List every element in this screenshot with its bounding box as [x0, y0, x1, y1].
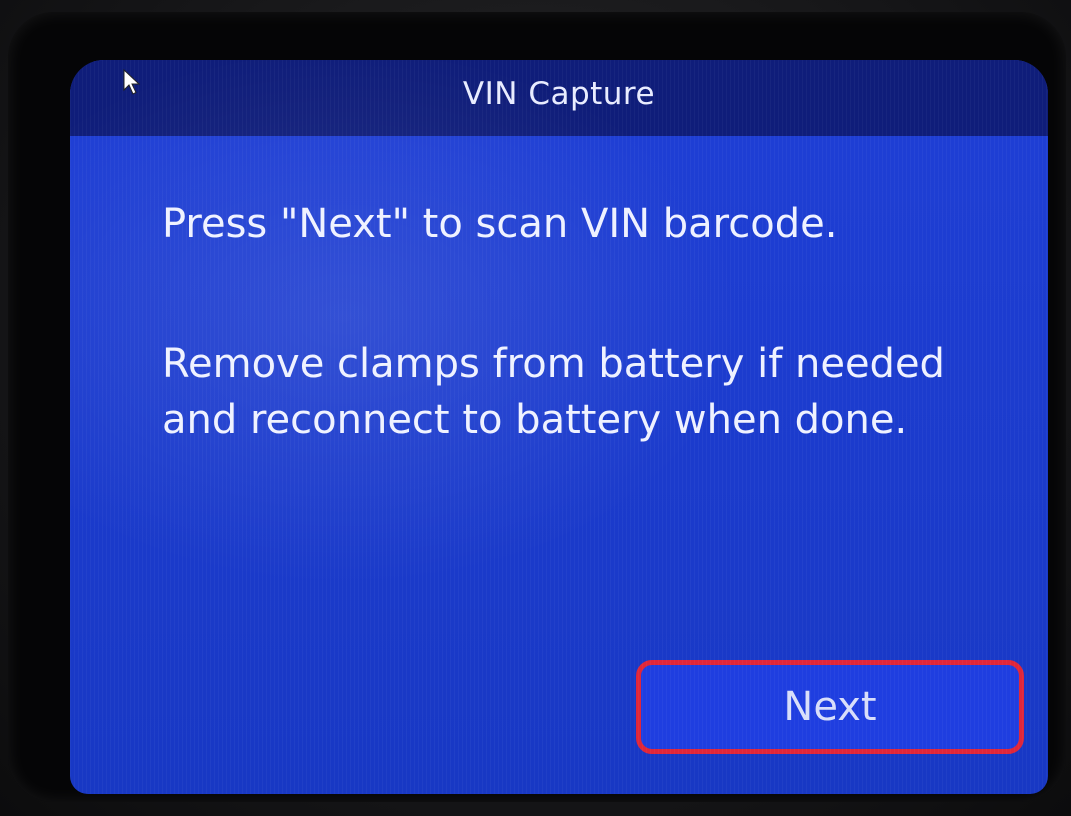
scan-instruction-text: Press "Next" to scan VIN barcode.: [162, 201, 838, 247]
page-title: VIN Capture: [462, 76, 656, 112]
scan-tool-device: VIN Capture Press "Next" to scan VIN bar…: [0, 0, 1071, 816]
next-button[interactable]: Next: [636, 660, 1024, 754]
title-bar: VIN Capture: [70, 60, 1048, 136]
reconnect-instruction-text: Remove clamps from battery if needed and…: [162, 341, 945, 443]
device-bezel: VIN Capture Press "Next" to scan VIN bar…: [8, 12, 1066, 802]
device-screen: VIN Capture Press "Next" to scan VIN bar…: [70, 60, 1048, 794]
